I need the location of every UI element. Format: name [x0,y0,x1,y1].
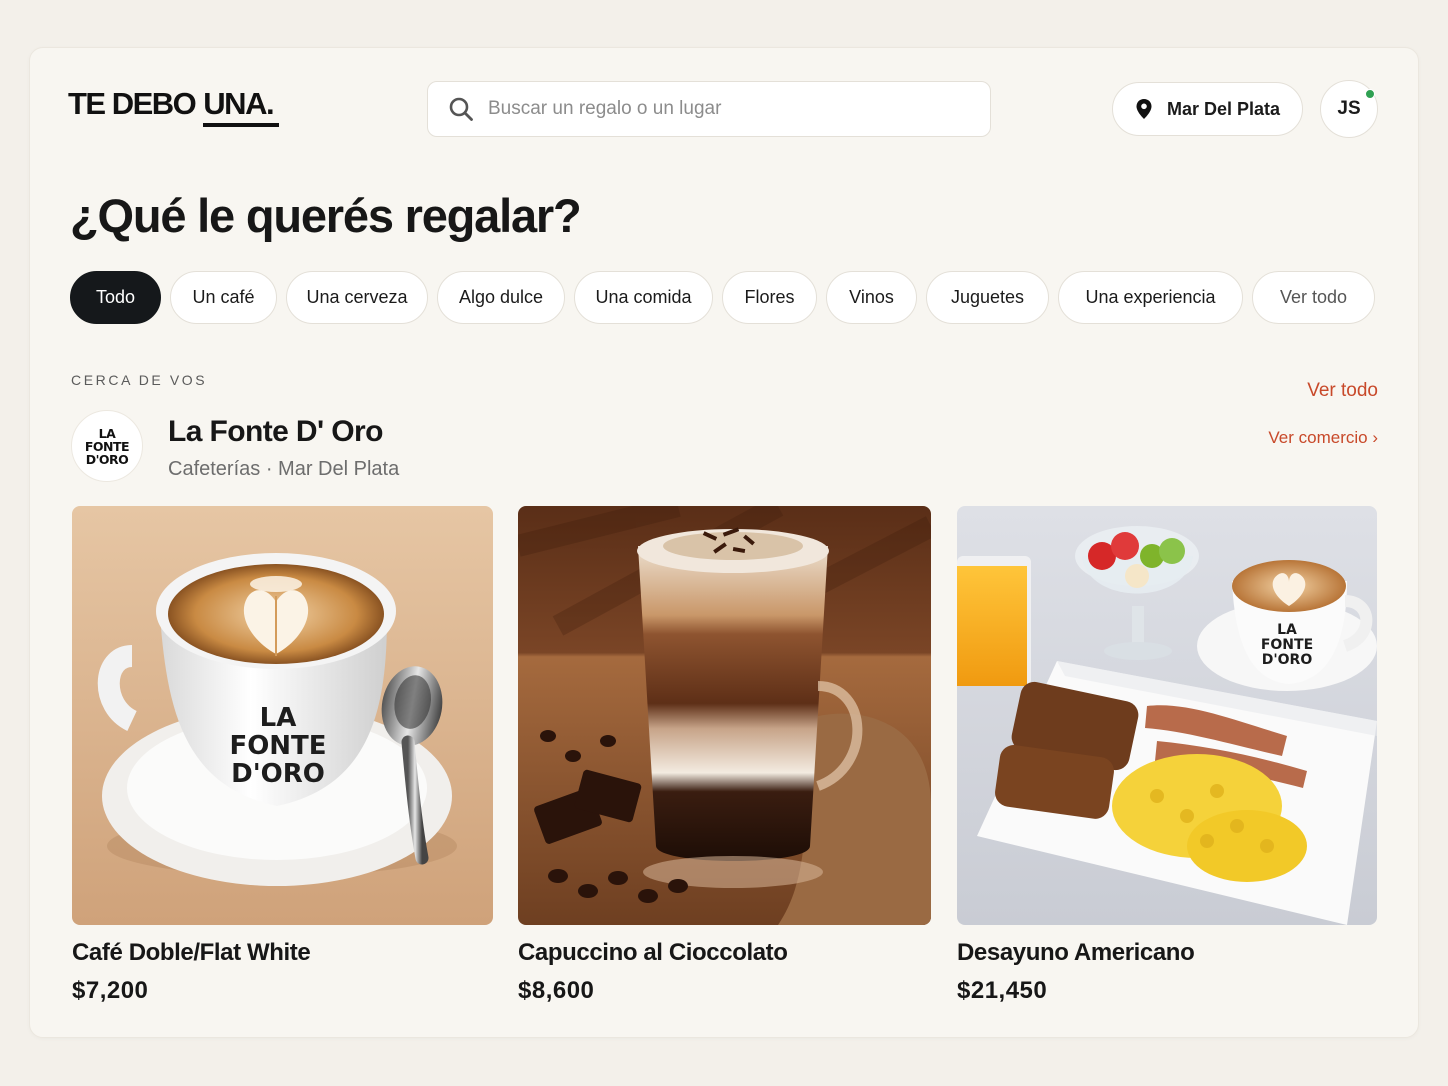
search-bar[interactable] [427,81,991,137]
location-selector[interactable]: Mar Del Plata [1112,82,1303,136]
page-title: ¿Qué le querés regalar? [70,189,582,242]
shop-logo-line2: FONTE [84,438,130,454]
chip-una-cerveza[interactable]: Una cerveza [286,271,428,324]
shop-logo[interactable]: LA FONTE D'ORO [71,410,143,482]
chip-vinos[interactable]: Vinos [826,271,917,324]
online-status-indicator [1365,89,1375,99]
product-price: $21,450 [957,977,1048,1004]
chip-todo[interactable]: Todo [70,271,161,324]
cup-print-line3: D'ORO [231,759,325,789]
product-price: $8,600 [518,977,595,1004]
product-name[interactable]: Capuccino al Cioccolato [518,939,931,967]
shop-meta: Cafeterías · Mar Del Plata [168,458,400,480]
product-card[interactable]: LA FONTE D'ORO Café Doble/Flat White $7,… [72,506,493,1005]
section-see-all-link[interactable]: Ver todo [1307,380,1378,402]
location-label: Mar Del Plata [1166,98,1281,119]
shop-logo-line3: D'ORO [85,451,129,467]
product-name[interactable]: Desayuno Americano [957,939,1377,967]
chip-juguetes[interactable]: Juguetes [926,271,1049,324]
logo-text-part1: TE DEBO [68,86,197,121]
product-image-flat-white[interactable]: LA FONTE D'ORO [72,506,493,925]
view-shop-link[interactable]: Ver comercio › [1268,428,1378,448]
logo-text-part2: UNA. [203,86,279,127]
chip-flores[interactable]: Flores [722,271,817,324]
logo-dot: . [265,86,275,121]
search-icon [448,96,474,122]
product-price: $7,200 [72,977,149,1004]
logo-una: UNA [203,86,267,121]
chip-un-cafe[interactable]: Un café [170,271,277,324]
product-image-capuccino[interactable] [518,506,931,925]
product-name[interactable]: Café Doble/Flat White [72,939,493,967]
search-input[interactable] [488,98,948,120]
product-image-desayuno[interactable]: LA FONTE D'ORO [957,506,1377,925]
cup-print-line2: FONTE [1261,637,1313,653]
user-initials: JS [1337,98,1361,119]
cup-print-line3: D'ORO [1262,652,1313,668]
section-eyebrow: CERCA DE VOS [71,372,208,388]
cup-print-line1: LA [1277,622,1297,638]
brand-logo[interactable]: TE DEBO UNA. [68,86,279,127]
shop-name[interactable]: La Fonte D' Oro [168,415,383,449]
cup-print-line2: FONTE [229,731,326,761]
user-avatar[interactable]: JS [1320,80,1378,138]
shop-logo-line1: LA [98,425,116,441]
chip-algo-dulce[interactable]: Algo dulce [437,271,565,324]
product-card[interactable]: Capuccino al Cioccolato $8,600 [518,506,931,1005]
cup-print-line1: LA [260,703,297,733]
chip-una-experiencia[interactable]: Una experiencia [1058,271,1243,324]
chip-ver-todo[interactable]: Ver todo [1252,271,1375,324]
location-pin-icon [1135,98,1153,120]
product-card[interactable]: LA FONTE D'ORO Desayuno Americano $21,45… [957,506,1377,1005]
chip-una-comida[interactable]: Una comida [574,271,713,324]
category-chips: Todo Un café Una cerveza Algo dulce Una … [70,271,1375,324]
